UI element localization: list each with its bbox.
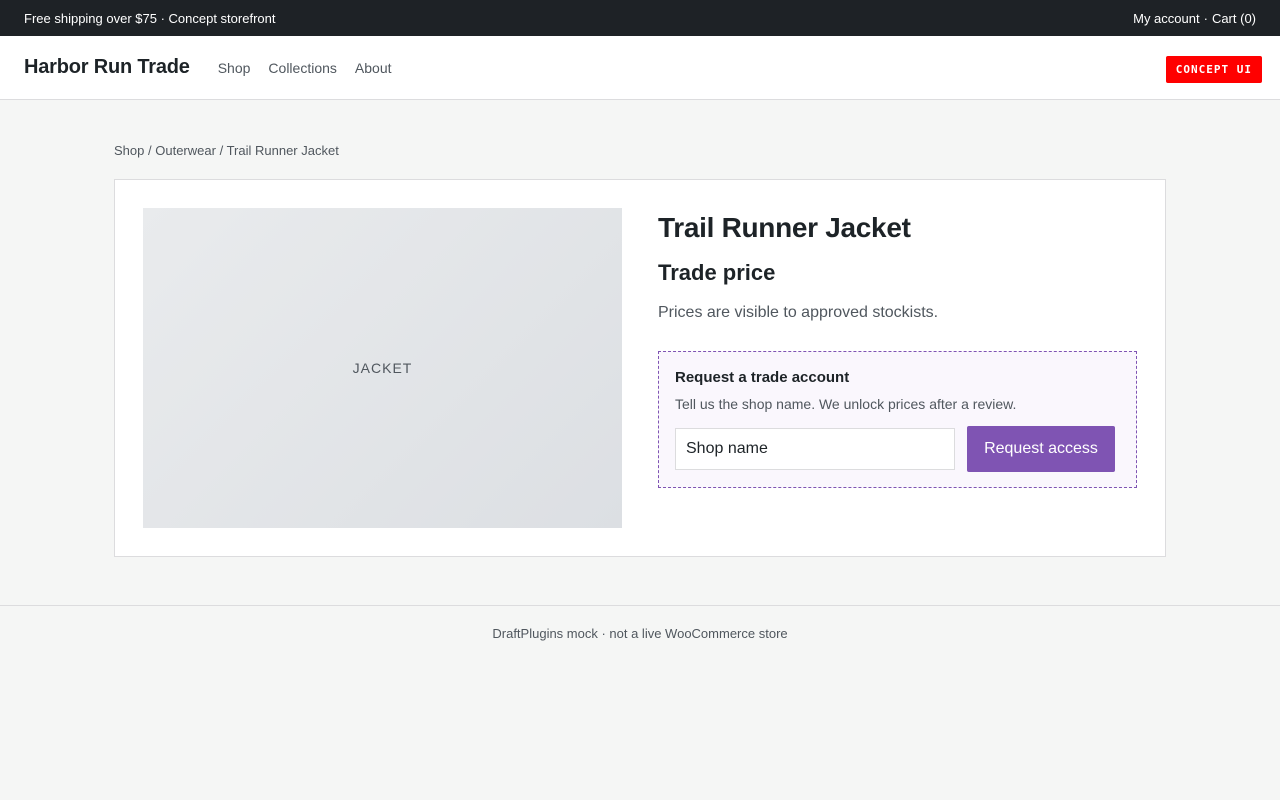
concept-ui-badge: CONCEPT UI (1165, 56, 1262, 83)
my-account-link[interactable]: My account (1133, 11, 1199, 26)
trade-request-box: Request a trade account Tell us the shop… (658, 351, 1137, 488)
product-image: JACKET (143, 208, 622, 528)
breadcrumb-shop[interactable]: Shop (114, 143, 144, 158)
trade-request-title: Request a trade account (675, 369, 850, 386)
product-image-label: JACKET (352, 360, 413, 376)
request-access-button[interactable]: Request access (967, 426, 1115, 472)
shop-name-input[interactable] (675, 428, 955, 470)
promo-text: Free shipping over $75 · Concept storefr… (24, 10, 276, 26)
trade-request-description: Tell us the shop name. We unlock prices … (675, 396, 1017, 412)
nav-item-collections[interactable]: Collections (268, 60, 336, 76)
breadcrumb-current: Trail Runner Jacket (226, 143, 339, 158)
breadcrumb-separator: / (219, 143, 224, 158)
top-bar-links: My account · Cart (0) (1133, 11, 1256, 26)
product-card: JACKET Trail Runner Jacket Trade price P… (114, 179, 1166, 557)
site-header: Harbor Run Trade Shop Collections About … (0, 36, 1280, 100)
price-note: Prices are visible to approved stockists… (658, 304, 939, 321)
cart-link[interactable]: Cart (0) (1212, 11, 1256, 26)
footer-text: DraftPlugins mock · not a live WooCommer… (492, 626, 788, 641)
product-title: Trail Runner Jacket (658, 212, 911, 243)
top-bar-separator: · (1203, 10, 1208, 26)
nav-item-about[interactable]: About (355, 60, 392, 76)
trade-request-form: Request access (675, 426, 1120, 472)
breadcrumb-outerwear[interactable]: Outerwear (155, 143, 216, 158)
nav-item-shop[interactable]: Shop (218, 60, 251, 76)
trade-price-heading: Trade price (658, 260, 776, 285)
breadcrumb: Shop / Outerwear / Trail Runner Jacket (114, 143, 339, 158)
site-footer: DraftPlugins mock · not a live WooCommer… (0, 605, 1280, 641)
main-nav: Shop Collections About (218, 60, 392, 76)
brand-logo[interactable]: Harbor Run Trade (24, 56, 190, 79)
top-bar: Free shipping over $75 · Concept storefr… (0, 0, 1280, 36)
product-info: Trail Runner Jacket Trade price Prices a… (658, 212, 1138, 322)
